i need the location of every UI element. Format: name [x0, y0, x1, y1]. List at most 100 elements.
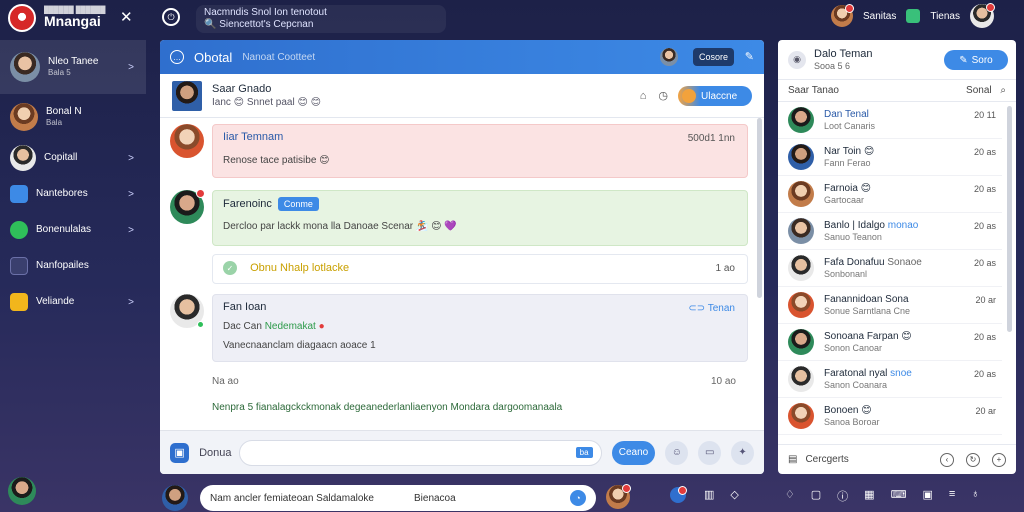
dock-search-input[interactable]: Nam ancler femiateoan Saldamaloke Bienac… [200, 485, 596, 511]
chevron-right-icon: > [128, 61, 134, 73]
sidebar-bottom-avatar[interactable] [8, 477, 36, 508]
chat-icon[interactable]: ▢ [811, 488, 821, 504]
search-icon[interactable]: ⌕ [1000, 85, 1006, 96]
list-item[interactable]: Sonoana Farpan 😊 Sonon Canoar 20 as [778, 324, 1002, 361]
alert-icon: ● [318, 321, 325, 332]
edit-icon[interactable]: ✎ [745, 50, 754, 63]
message-title: Iiar Temnam [223, 131, 284, 143]
clock-icon[interactable]: ◷ [658, 89, 668, 102]
message-link[interactable]: Nedemakat [265, 321, 316, 332]
shield-icon[interactable]: ◇ [730, 488, 738, 504]
list-item-sub: Gartocaar [824, 194, 865, 205]
contacts-footer-label[interactable]: Cercgerts [805, 454, 848, 465]
avatar[interactable] [660, 48, 678, 66]
chat-scrollbar[interactable] [757, 118, 762, 298]
calendar-icon[interactable]: ▦ [864, 488, 874, 504]
top-search-text: Nacmndis Snol Ion tenotout 🔍 Siencettot'… [204, 7, 327, 31]
check-icon: ✓ [223, 261, 237, 275]
list-item-sub: Sonue Sarntlana Cne [824, 305, 911, 316]
list-item-sub: Sanuo Teanon [824, 231, 882, 242]
top-right-label1[interactable]: Sanitas [863, 11, 896, 22]
sidebar-item-5[interactable]: Nanfopailes [0, 248, 146, 284]
bell-icon[interactable]: ♢ [785, 488, 795, 504]
avatar [8, 477, 36, 505]
emoji-icon[interactable]: ☺ [665, 440, 689, 465]
list-item-time: 20 11 [974, 110, 996, 120]
voice-icon[interactable]: ◔ [570, 490, 586, 506]
top-bar: ██████ ██████ Mnangai ✕ ⏻ Nacmndis Snol … [0, 0, 1024, 36]
sidebar-item-4[interactable]: Bonenulalas > [0, 212, 146, 248]
user-icon[interactable]: ♁ [971, 488, 979, 504]
list-item[interactable]: Faratonal nyal snoe Sanon Coanara 20 as [778, 361, 1002, 398]
message-time: 500d1 1nn [687, 133, 735, 144]
message-bubble-1[interactable]: Farenoinc Conme Dercloo par lackk mona ll… [212, 190, 748, 246]
message-bubble-3[interactable]: Fan Ioan Dac Can Nedemakat ● Vanecnaancl… [212, 294, 748, 362]
message-tag[interactable]: Conme [277, 197, 319, 211]
contacts-scrollbar[interactable] [1007, 106, 1012, 332]
back-icon[interactable]: ‹ [940, 452, 954, 467]
refresh-icon[interactable]: ↻ [966, 452, 980, 467]
contact-info: Saar Gnado Ianc 😊 Snnet paal 😊 😊 [212, 82, 321, 109]
message-bubble-2[interactable]: ✓ Obnu Nhalp lotlacke 1 ao [212, 254, 748, 284]
chat-header-pill[interactable]: Cosore [692, 48, 734, 66]
home-icon[interactable]: ⌂ [640, 89, 647, 102]
contact-action-button[interactable]: Ulaccne [678, 86, 752, 106]
contacts-list-header: Saar Tanao Sonal ⌕ [778, 80, 1016, 102]
message-meta-text: Dac Can [223, 321, 262, 332]
dock-search-text: Nam ancler femiateoan Saldamaloke [210, 492, 374, 504]
apps-icon[interactable] [906, 9, 921, 23]
avatar [788, 144, 814, 170]
keyboard-icon[interactable]: ⌨ [891, 488, 907, 504]
menu-icon[interactable]: ≡ [949, 488, 955, 504]
contacts-action-button[interactable]: ✎ Soro [944, 50, 1008, 70]
sidebar-item-6[interactable]: Veliande > [0, 284, 146, 320]
bottom-dock: Nam ancler femiateoan Saldamaloke Bienac… [148, 482, 1024, 512]
list-item[interactable]: Nar Toin 😊 Fann Ferao 20 as [778, 139, 1002, 176]
list-item[interactable]: Fanannidoan Sona Sonue Sarntlana Cne 20 a… [778, 287, 1002, 324]
avatar[interactable] [170, 294, 204, 328]
sidebar-item-2[interactable]: Copitall > [0, 140, 146, 176]
notification-badge [844, 4, 854, 13]
list-item[interactable]: Dan Tenal Loot Canaris 20 11 [778, 102, 1002, 139]
attach-icon[interactable]: ▣ [170, 442, 190, 463]
add-icon[interactable]: + [992, 452, 1006, 467]
image-icon[interactable]: ▭ [698, 440, 722, 465]
compass-icon[interactable]: ⏻ [162, 8, 180, 26]
contacts-footer-actions: ‹ ↻ + [940, 452, 1006, 467]
user-avatar[interactable] [830, 4, 854, 27]
list-item-time: 20 as [973, 221, 996, 231]
message-footer-left: Na ao [212, 376, 239, 387]
avatar[interactable] [170, 124, 204, 158]
send-button[interactable]: Ceano [611, 440, 656, 465]
message-input[interactable]: ba [239, 439, 602, 466]
list-item[interactable]: Farnoia 😊 Gartocaar 20 as [778, 176, 1002, 213]
calendar-icon[interactable]: ▤ [788, 454, 797, 465]
sidebar-item-0[interactable]: Nleo Tanee Bala 5 > [0, 40, 146, 94]
grid-icon[interactable]: ▥ [704, 488, 714, 504]
message-bubble-0[interactable]: Iiar Temnam Renose tace patisibe 😊 500d1… [212, 124, 748, 178]
gallery-icon[interactable]: ▣ [922, 488, 932, 504]
settings-icon[interactable]: ✦ [731, 440, 754, 465]
sidebar-item-3[interactable]: Nantebores > [0, 176, 146, 212]
notification-icon[interactable] [670, 486, 687, 503]
top-right-label2[interactable]: Tienas [930, 11, 960, 22]
avatar[interactable] [606, 484, 631, 509]
brand[interactable]: ██████ ██████ Mnangai [8, 4, 105, 32]
list-item[interactable]: Fafa Donafuu Sonaoe Sonbonanl 20 as [778, 250, 1002, 287]
avatar[interactable] [162, 485, 188, 511]
info-icon[interactable]: ⓘ [837, 488, 848, 504]
composer: ▣ Donua ba Ceano ☺ ▭ ✦ [160, 430, 764, 474]
list-item-time: 20 as [973, 332, 996, 342]
list-item[interactable]: Banlo | Idalgo monao Sanuo Teanon 20 as [778, 213, 1002, 250]
avatar[interactable] [170, 189, 205, 224]
close-icon[interactable]: ✕ [120, 8, 133, 26]
avatar [788, 366, 814, 392]
sidebar-item-1[interactable]: Bonal N Bala [0, 94, 146, 140]
sidebar-item-label: Nantebores [36, 188, 88, 199]
top-search[interactable]: Nacmndis Snol Ion tenotout 🔍 Siencettot'… [196, 5, 446, 33]
message-right-label[interactable]: ⊂⊃ Tenan [688, 303, 735, 314]
contact-row[interactable]: Saar Gnado Ianc 😊 Snnet paal 😊 😊 ⌂ ◷ Ula… [160, 74, 764, 118]
list-item[interactable]: Bonoen 😊 Sanoa Boroar 20 ar [778, 398, 1002, 435]
profile-avatar[interactable] [970, 3, 995, 28]
list-header-right-text: Sonal [966, 85, 992, 96]
